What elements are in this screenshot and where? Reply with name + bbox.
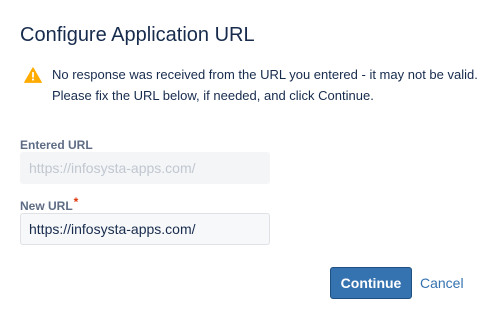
entered-url-field	[20, 152, 270, 184]
cancel-link[interactable]: Cancel	[420, 275, 464, 291]
required-marker: *	[73, 195, 79, 209]
entered-url-label: Entered URL	[20, 138, 93, 152]
new-url-label-text: New URL	[20, 199, 73, 213]
new-url-field[interactable]	[20, 213, 270, 245]
configure-url-dialog: Configure Application URL No response wa…	[0, 0, 488, 313]
warning-text: No response was received from the URL yo…	[52, 67, 478, 103]
continue-button[interactable]: Continue	[330, 267, 412, 299]
new-url-label: New URL*	[20, 195, 78, 213]
warning-icon	[24, 67, 42, 83]
dialog-title: Configure Application URL	[20, 24, 255, 46]
